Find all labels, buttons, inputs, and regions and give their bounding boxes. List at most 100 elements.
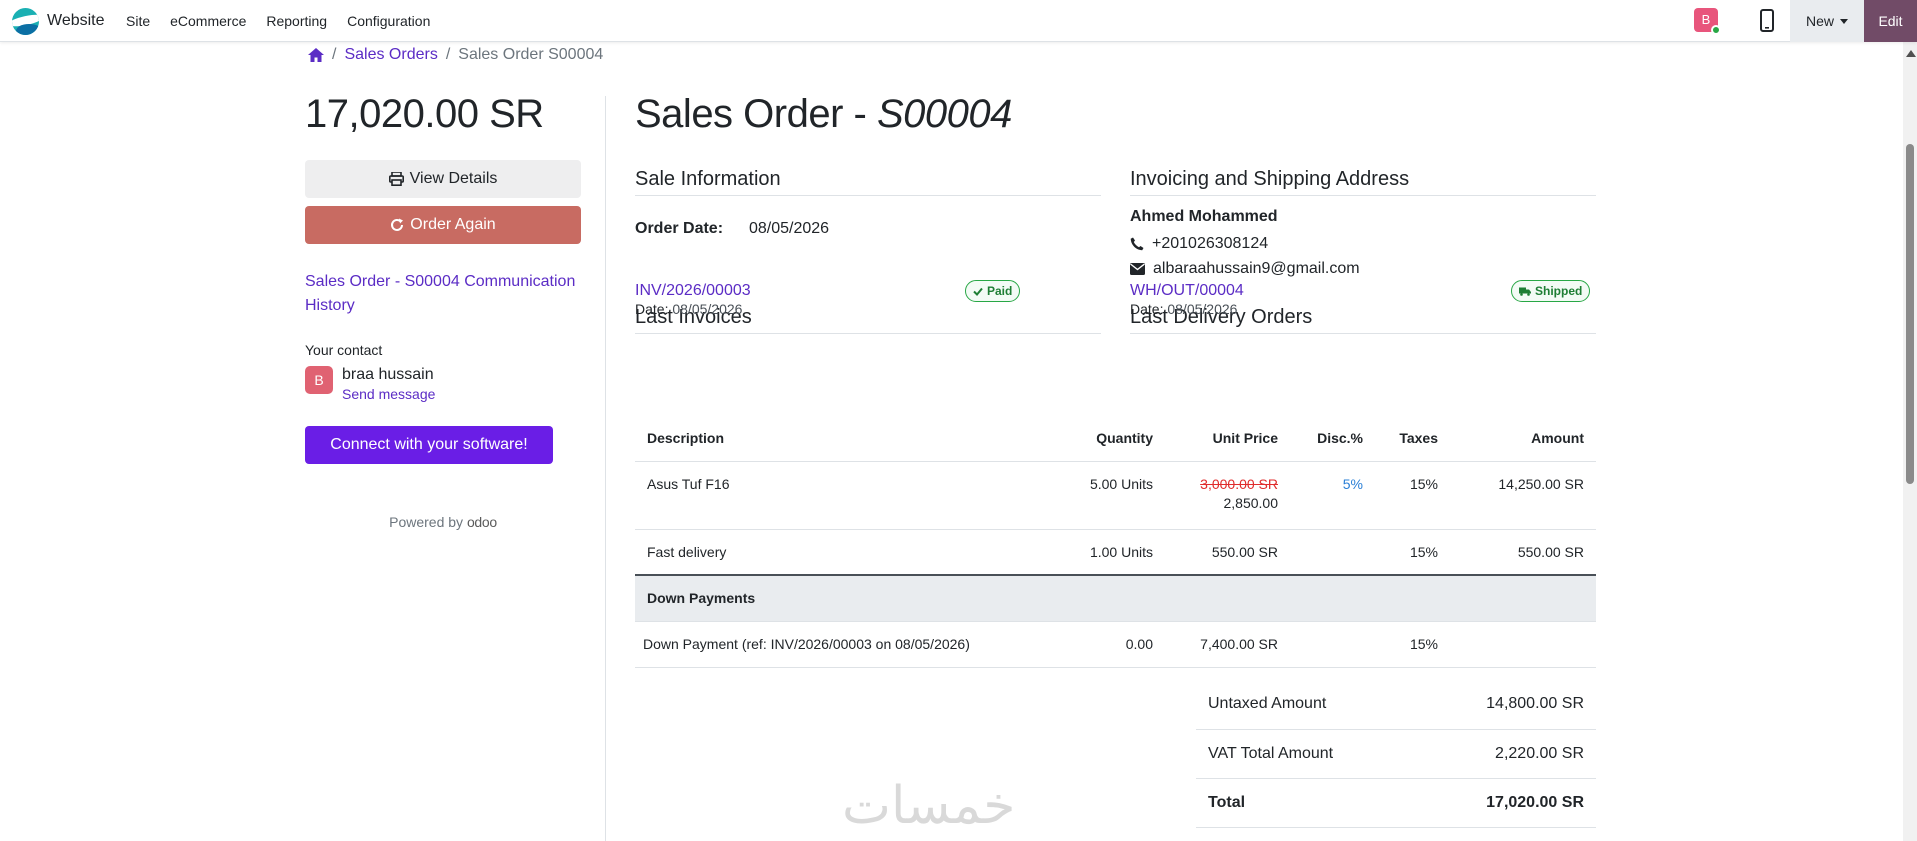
column-header-quantity: Quantity bbox=[1055, 415, 1165, 462]
totals-row-untaxed: Untaxed Amount 14,800.00 SR bbox=[1196, 680, 1596, 730]
line-quantity: 1.00 Units bbox=[1055, 529, 1165, 576]
total-value: 17,020.00 SR bbox=[1416, 778, 1596, 828]
breadcrumb-sales-orders[interactable]: Sales Orders bbox=[344, 46, 437, 64]
order-sidebar: 17,020.00 SR View Details Order Again Sa… bbox=[305, 92, 581, 530]
order-again-button[interactable]: Order Again bbox=[305, 206, 581, 244]
total-label: Total bbox=[1196, 778, 1417, 828]
totals-row-total: Total 17,020.00 SR bbox=[1196, 778, 1596, 828]
line-original-price: 3,000.00 SR bbox=[1200, 475, 1278, 492]
invoice-date: Date: 08/05/2026 bbox=[635, 301, 742, 317]
top-navbar: Website Site eCommerce Reporting Configu… bbox=[0, 0, 1917, 42]
line-amount: 14,250.00 SR bbox=[1450, 461, 1596, 530]
line-description: Down Payment (ref: INV/2026/00003 on 08/… bbox=[635, 621, 1055, 668]
untaxed-label: Untaxed Amount bbox=[1196, 680, 1417, 730]
line-quantity: 5.00 Units bbox=[1055, 461, 1165, 530]
menu-item-configuration[interactable]: Configuration bbox=[347, 13, 430, 29]
line-unit-price: 550.00 SR bbox=[1165, 529, 1290, 576]
totals-row-vat: VAT Total Amount 2,220.00 SR bbox=[1196, 729, 1596, 779]
menu-item-reporting[interactable]: Reporting bbox=[266, 13, 327, 29]
order-number: S00004 bbox=[876, 92, 1012, 136]
contact-name: braa hussain bbox=[342, 366, 434, 383]
communication-history-link[interactable]: Sales Order - S00004 Communication Histo… bbox=[305, 270, 581, 318]
table-row: Fast delivery 1.00 Units 550.00 SR 15% 5… bbox=[635, 529, 1596, 576]
sidebar-total-amount: 17,020.00 SR bbox=[305, 92, 544, 136]
app-brand[interactable]: Website bbox=[12, 6, 105, 36]
customer-phone: +201026308124 bbox=[1130, 235, 1268, 253]
user-avatar[interactable]: B bbox=[1694, 8, 1721, 35]
section-label: Down Payments bbox=[635, 574, 1596, 622]
breadcrumb: / Sales Orders / Sales Order S00004 bbox=[308, 46, 603, 64]
printer-icon bbox=[388, 172, 404, 186]
send-message-link[interactable]: Send message bbox=[342, 386, 435, 402]
main-menu: Site eCommerce Reporting Configuration bbox=[126, 0, 430, 42]
view-details-label: View Details bbox=[409, 170, 498, 187]
website-app-icon bbox=[12, 7, 39, 35]
caret-down-icon bbox=[1840, 18, 1848, 24]
column-divider bbox=[605, 96, 606, 841]
customer-name: Ahmed Mohammed bbox=[1130, 208, 1278, 225]
column-header-discount: Disc.% bbox=[1290, 415, 1375, 462]
mobile-phone-icon bbox=[1760, 9, 1774, 32]
column-header-description: Description bbox=[635, 415, 1055, 462]
page-scrollbar[interactable] bbox=[1903, 42, 1917, 841]
online-status-dot bbox=[1711, 25, 1721, 35]
order-date-label: Order Date: bbox=[635, 220, 724, 237]
watermark-logo: خمسات bbox=[842, 776, 1016, 836]
delivery-date-value: 08/05/2026 bbox=[1167, 301, 1238, 317]
your-contact-label: Your contact bbox=[305, 342, 383, 358]
order-totals: Untaxed Amount 14,800.00 SR VAT Total Am… bbox=[1196, 680, 1596, 828]
invoice-date-label: Date: bbox=[635, 301, 669, 317]
phone-icon bbox=[1130, 237, 1144, 251]
untaxed-value: 14,800.00 SR bbox=[1416, 680, 1596, 730]
line-discounted-price: 2,850.00 bbox=[1223, 494, 1279, 511]
table-row: Asus Tuf F16 5.00 Units 3,000.00 SR 2,85… bbox=[635, 461, 1596, 530]
invoice-date-value: 08/05/2026 bbox=[672, 301, 743, 317]
powered-by-footer: Powered by odoo bbox=[305, 514, 581, 530]
line-taxes: 15% bbox=[1375, 621, 1450, 668]
line-amount: 550.00 SR bbox=[1450, 529, 1596, 576]
vat-value: 2,220.00 SR bbox=[1416, 729, 1596, 779]
mobile-preview-button[interactable] bbox=[1752, 6, 1782, 36]
new-button-label: New bbox=[1805, 13, 1834, 29]
breadcrumb-separator: / bbox=[332, 46, 337, 63]
scrollbar-thumb[interactable] bbox=[1906, 144, 1914, 484]
line-quantity: 0.00 bbox=[1055, 621, 1165, 668]
line-taxes: 15% bbox=[1375, 529, 1450, 576]
line-discount bbox=[1290, 621, 1375, 668]
customer-phone-value: +201026308124 bbox=[1152, 235, 1269, 252]
delivery-date: Date: 08/05/2026 bbox=[1130, 301, 1237, 317]
delivery-date-label: Date: bbox=[1130, 301, 1164, 317]
edit-button-label: Edit bbox=[1878, 13, 1903, 29]
new-content-button[interactable]: New bbox=[1790, 0, 1864, 42]
order-lines-table: Description Quantity Unit Price Disc.% T… bbox=[635, 415, 1596, 668]
column-header-amount: Amount bbox=[1450, 415, 1596, 462]
line-discount bbox=[1290, 529, 1375, 576]
vat-label: VAT Total Amount bbox=[1196, 729, 1417, 779]
invoice-status-badge: Paid bbox=[965, 280, 1021, 302]
line-unit-price: 7,400.00 SR bbox=[1165, 621, 1290, 668]
home-icon[interactable] bbox=[308, 48, 324, 62]
menu-item-site[interactable]: Site bbox=[126, 13, 150, 29]
column-header-unit-price: Unit Price bbox=[1165, 415, 1290, 462]
odoo-logo[interactable]: odoo bbox=[467, 514, 497, 530]
scroll-up-arrow-icon[interactable] bbox=[1906, 50, 1916, 57]
line-description: Asus Tuf F16 bbox=[635, 461, 1055, 530]
invoice-status-label: Paid bbox=[987, 284, 1013, 298]
refresh-icon bbox=[391, 218, 404, 231]
edit-button[interactable]: Edit bbox=[1864, 0, 1917, 42]
contact-avatar: B bbox=[305, 366, 333, 394]
view-details-button[interactable]: View Details bbox=[305, 160, 581, 198]
order-main: Sales Order - S00004 Sale Information In… bbox=[635, 92, 1596, 828]
connect-software-button[interactable]: Connect with your software! bbox=[305, 426, 553, 464]
table-row: Down Payment (ref: INV/2026/00003 on 08/… bbox=[635, 621, 1596, 668]
invoice-link[interactable]: INV/2026/00003 bbox=[635, 282, 751, 300]
truck-icon bbox=[1519, 287, 1531, 296]
customer-email: albaraahussain9@gmail.com bbox=[1130, 260, 1360, 278]
menu-item-ecommerce[interactable]: eCommerce bbox=[170, 13, 246, 29]
delivery-order-link[interactable]: WH/OUT/00004 bbox=[1130, 282, 1244, 300]
line-amount bbox=[1450, 621, 1596, 668]
order-date-value: 08/05/2026 bbox=[749, 220, 830, 237]
envelope-icon bbox=[1130, 263, 1145, 275]
breadcrumb-current: Sales Order S00004 bbox=[458, 46, 604, 63]
page-title: Sales Order - S00004 bbox=[635, 92, 1596, 137]
